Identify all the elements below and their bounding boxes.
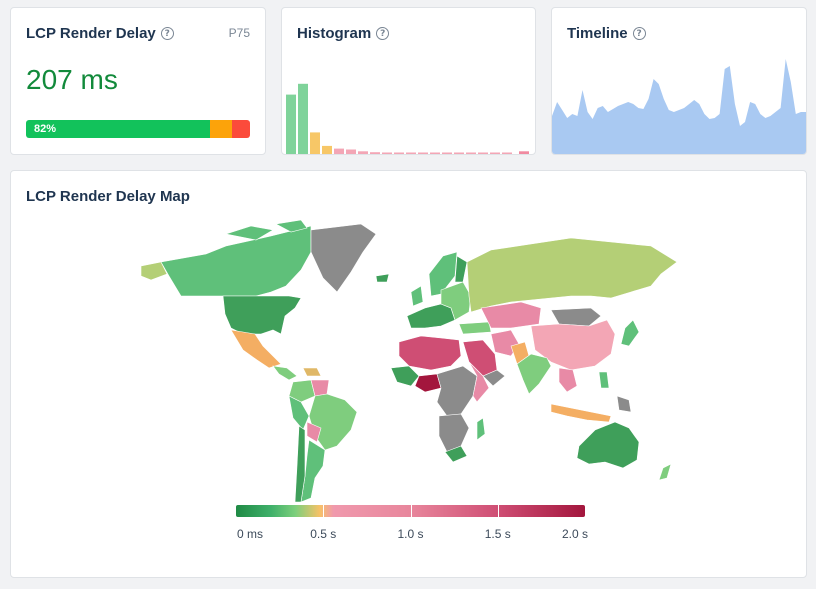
card-title-text: LCP Render Delay <box>26 25 156 42</box>
region-japan[interactable] <box>620 319 640 347</box>
region-west-africa[interactable] <box>390 365 420 387</box>
region-turkey[interactable] <box>458 321 492 335</box>
region-iceland[interactable] <box>375 273 390 283</box>
timeline-area[interactable] <box>552 59 806 154</box>
distribution-bar[interactable]: 82% <box>26 120 250 138</box>
region-central-africa[interactable] <box>436 365 478 417</box>
histogram-bar[interactable] <box>454 152 464 155</box>
histogram-bar[interactable] <box>334 148 344 154</box>
help-icon[interactable]: ? <box>160 27 174 40</box>
color-scale-label: 1.5 s <box>484 527 511 541</box>
histogram-bar[interactable] <box>394 152 404 155</box>
region-uk[interactable] <box>410 285 424 307</box>
region-new-zealand[interactable] <box>658 463 672 481</box>
histogram-bar[interactable] <box>519 151 529 154</box>
histogram-bar[interactable] <box>478 152 488 155</box>
color-scale-label: 1.0 s <box>397 527 424 541</box>
timeline-card: Timeline ? <box>551 7 807 155</box>
histogram-bar[interactable] <box>502 152 512 155</box>
timeline-chart[interactable] <box>552 8 806 154</box>
good-percent-label: 82% <box>34 123 57 135</box>
histogram-bar[interactable] <box>466 152 476 155</box>
card-title-text: LCP Render Delay Map <box>26 188 190 205</box>
histogram-bar[interactable] <box>286 94 296 154</box>
map-card: LCP Render Delay Map 0 ms 0.5 s 1.0 s 1.… <box>10 170 807 578</box>
histogram-bar[interactable] <box>346 149 356 155</box>
region-north-africa[interactable] <box>398 335 462 371</box>
card-title: LCP Render Delay Map <box>26 188 190 205</box>
region-mongolia[interactable] <box>550 307 602 327</box>
percentile-label[interactable]: P75 <box>229 26 250 40</box>
color-scale-bar <box>236 505 585 517</box>
region-peru[interactable] <box>288 395 310 431</box>
metric-value: 207 ms <box>26 64 118 95</box>
distribution-segment-needs-improvement[interactable] <box>209 120 233 138</box>
region-madagascar[interactable] <box>476 417 486 441</box>
region-central-america[interactable] <box>272 365 298 381</box>
histogram-card: Histogram ? <box>281 7 536 155</box>
region-greenland[interactable] <box>310 223 377 293</box>
histogram-bar[interactable] <box>382 152 392 155</box>
region-png[interactable] <box>616 395 632 413</box>
histogram-bar[interactable] <box>370 152 380 154</box>
histogram-bar[interactable] <box>430 152 440 155</box>
color-scale-label: 0 ms <box>236 527 264 541</box>
world-map[interactable] <box>11 216 807 536</box>
region-southeast-asia[interactable] <box>558 367 578 393</box>
lcp-render-delay-card: LCP Render Delay ? P75 207 ms 82% <box>10 7 266 155</box>
histogram-bar[interactable] <box>298 83 308 154</box>
region-southern-africa[interactable] <box>438 413 470 453</box>
region-western-europe[interactable] <box>406 303 456 329</box>
histogram-bar[interactable] <box>490 152 500 155</box>
card-title: LCP Render Delay ? <box>26 25 174 42</box>
region-russia[interactable] <box>466 237 678 313</box>
histogram-bar[interactable] <box>406 152 416 155</box>
distribution-segment-poor[interactable] <box>232 120 250 138</box>
color-scale-label: 2.0 s <box>561 527 589 541</box>
region-australia[interactable] <box>576 421 640 469</box>
region-mexico[interactable] <box>230 329 282 369</box>
region-indonesia[interactable] <box>550 403 612 423</box>
histogram-bar[interactable] <box>322 145 332 154</box>
region-canada[interactable] <box>160 225 312 297</box>
histogram-bar[interactable] <box>418 152 428 155</box>
color-scale-label: 0.5 s <box>310 527 337 541</box>
region-finland[interactable] <box>454 255 468 283</box>
region-india[interactable] <box>516 353 552 395</box>
histogram-chart[interactable] <box>282 8 535 154</box>
region-nigeria[interactable] <box>414 373 442 393</box>
histogram-bar[interactable] <box>310 132 320 154</box>
region-caribbean[interactable] <box>302 367 322 377</box>
region-philippines[interactable] <box>598 371 610 389</box>
histogram-bar[interactable] <box>442 152 452 155</box>
region-usa[interactable] <box>222 295 302 335</box>
histogram-bar[interactable] <box>358 151 368 154</box>
